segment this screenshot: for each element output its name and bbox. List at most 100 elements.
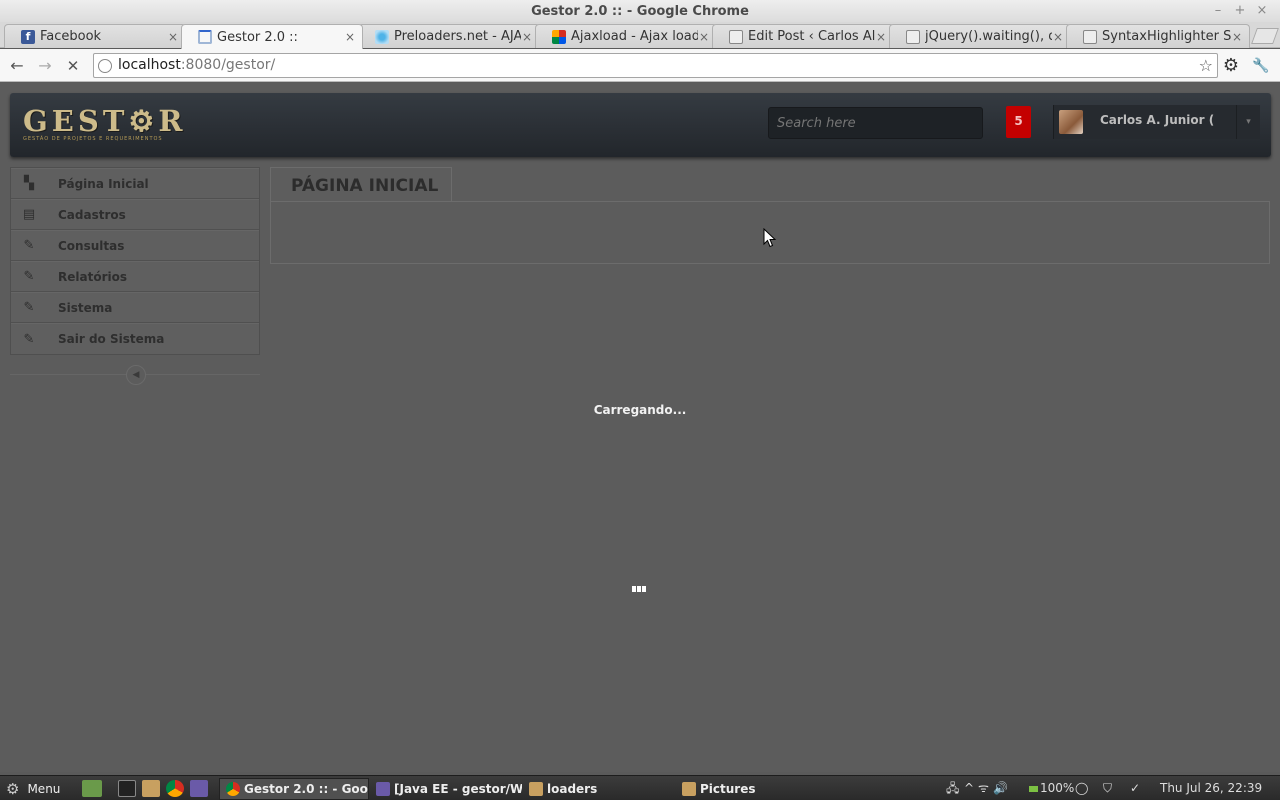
page-title: PÁGINA INICIAL xyxy=(291,176,439,196)
preloaders-icon xyxy=(375,29,389,44)
url-text[interactable]: localhost:8080/gestor/ xyxy=(118,54,275,77)
menu-label: Menu xyxy=(27,781,61,796)
show-desktop-icon[interactable] xyxy=(82,780,102,797)
system-taskbar: ⚙ Menu Gestor 2.0 :: - Google ... [Java … xyxy=(0,775,1280,800)
minimize-button[interactable]: – xyxy=(1210,0,1226,22)
folder-icon xyxy=(529,782,543,796)
logo-subtitle: GESTÃO DE PROJETOS E REQUERIMENTOS xyxy=(23,136,163,142)
stop-loading-icon[interactable]: ✕ xyxy=(63,56,83,76)
update-icon[interactable]: ✓ xyxy=(1130,776,1140,800)
tab-jquery-waiting[interactable]: jQuery().waiting(), de × xyxy=(889,24,1071,48)
tab-label: SyntaxHighlighter Se xyxy=(1102,29,1231,44)
sidebar-item-relatorios[interactable]: ✎ Relatórios xyxy=(11,261,259,292)
url-path: :8080/gestor/ xyxy=(180,57,276,73)
user-menu[interactable]: Carlos A. Junior ( ▾ xyxy=(1053,105,1260,139)
tab-label: jQuery().waiting(), de xyxy=(925,29,1052,44)
sidebar-item-cadastros[interactable]: ▤ Cadastros xyxy=(11,199,259,230)
back-arrow-icon[interactable]: ← xyxy=(7,56,27,76)
sidebar-item-label: Página Inicial xyxy=(58,176,149,191)
window-title: Gestor 2.0 :: - Google Chrome xyxy=(531,4,749,19)
tab-close-icon[interactable]: × xyxy=(1231,30,1243,44)
globe-icon xyxy=(729,29,743,44)
loading-indicator-icon xyxy=(632,586,646,592)
pencil-icon: ✎ xyxy=(23,238,35,253)
maximize-button[interactable]: + xyxy=(1232,0,1248,22)
tab-ajaxload[interactable]: Ajaxload - Ajax loadin × xyxy=(535,24,717,48)
tab-edit-post[interactable]: Edit Post ‹ Carlos Alb × xyxy=(712,24,894,48)
dashboard-icon: ▚ xyxy=(24,176,34,191)
tab-close-icon[interactable]: × xyxy=(698,30,710,44)
tab-close-icon[interactable]: × xyxy=(875,30,887,44)
tab-pagina-inicial[interactable]: PÁGINA INICIAL xyxy=(270,167,452,202)
search-input[interactable] xyxy=(768,107,983,139)
bookmark-star-icon[interactable]: ☆ xyxy=(1199,56,1213,75)
web-page: GEST⚙R GESTÃO DE PROJETOS E REQUERIMENTO… xyxy=(0,83,1280,772)
browser-toolbar: ← → ✕ localhost:8080/gestor/ ☆ ⚙ 🔧 xyxy=(0,49,1280,82)
task-label: loaders xyxy=(547,782,598,796)
shield-icon[interactable]: ⛉ xyxy=(1103,776,1112,800)
tab-syntaxhighlighter[interactable]: SyntaxHighlighter Se × xyxy=(1066,24,1250,48)
sidebar-item-pagina-inicial[interactable]: ▚ Página Inicial xyxy=(11,168,259,199)
chrome-icon xyxy=(226,782,240,796)
task-label: [Java EE - gestor/Web... xyxy=(394,782,522,796)
tab-strip: f Facebook × Gestor 2.0 :: × Preloaders.… xyxy=(0,22,1280,49)
address-bar[interactable]: localhost:8080/gestor/ ☆ xyxy=(93,53,1218,78)
window-controls: – + × xyxy=(1210,0,1270,22)
battery-indicator[interactable]: 100% xyxy=(1029,776,1074,800)
ajaxload-icon xyxy=(552,29,566,44)
tab-preloaders[interactable]: Preloaders.net - AJAX × xyxy=(358,24,540,48)
tab-close-icon[interactable]: × xyxy=(521,30,533,44)
sidebar-item-label: Sair do Sistema xyxy=(58,332,165,346)
page-info-icon[interactable] xyxy=(98,59,112,73)
mouse-cursor-icon xyxy=(763,228,777,248)
sidebar-item-consultas[interactable]: ✎ Consultas xyxy=(11,230,259,261)
start-menu-button[interactable]: ⚙ Menu xyxy=(6,776,60,800)
task-label: Gestor 2.0 :: - Google ... xyxy=(244,782,368,796)
window-titlebar: Gestor 2.0 :: - Google Chrome – + × xyxy=(0,0,1280,22)
task-pictures[interactable]: Pictures xyxy=(676,778,826,800)
settings-gear-icon[interactable]: ⚙ xyxy=(1221,56,1241,76)
task-chrome[interactable]: Gestor 2.0 :: - Google ... xyxy=(219,778,369,800)
notification-badge[interactable]: 5 xyxy=(1006,106,1031,138)
tab-gestor[interactable]: Gestor 2.0 :: × xyxy=(181,24,363,49)
pencil-icon: ✎ xyxy=(23,269,35,284)
tab-close-icon[interactable]: × xyxy=(1052,30,1064,44)
sidebar-item-label: Sistema xyxy=(58,300,113,315)
task-eclipse[interactable]: [Java EE - gestor/Web... xyxy=(370,778,522,800)
folder-icon xyxy=(682,782,696,796)
forward-arrow-icon[interactable]: → xyxy=(35,56,55,76)
sidebar-item-label: Consultas xyxy=(58,238,125,253)
sidebar-item-label: Cadastros xyxy=(58,207,126,222)
tab-label: Preloaders.net - AJAX xyxy=(394,29,521,44)
file-manager-icon[interactable] xyxy=(142,780,160,797)
chevron-down-icon[interactable]: ▾ xyxy=(1236,105,1260,139)
task-label: Pictures xyxy=(700,782,756,796)
eclipse-launcher-icon[interactable] xyxy=(190,780,208,797)
main-panel: PÁGINA INICIAL xyxy=(270,167,1270,264)
gestor-logo[interactable]: GEST⚙R GESTÃO DE PROJETOS E REQUERIMENTO… xyxy=(23,106,183,144)
avatar xyxy=(1059,110,1083,134)
chat-icon[interactable]: ◯ xyxy=(1075,776,1091,800)
close-window-button[interactable]: × xyxy=(1254,0,1270,22)
chrome-launcher-icon[interactable] xyxy=(166,780,184,797)
task-loaders[interactable]: loaders xyxy=(523,778,673,800)
pencil-icon: ✎ xyxy=(23,300,35,315)
terminal-icon[interactable] xyxy=(118,780,136,797)
volume-icon[interactable]: 🔊 xyxy=(993,776,1008,800)
tab-close-icon[interactable]: × xyxy=(167,30,179,44)
sidebar-item-sistema[interactable]: ✎ Sistema xyxy=(11,292,259,323)
tab-close-icon[interactable]: × xyxy=(344,30,356,44)
sidebar-item-sair[interactable]: ✎ Sair do Sistema xyxy=(11,323,259,354)
tab-facebook[interactable]: f Facebook × xyxy=(4,24,186,48)
network-icon[interactable]: 🖧 xyxy=(946,776,959,800)
loading-spinner-icon xyxy=(198,30,212,44)
wifi-icon[interactable]: ᯤ xyxy=(978,776,989,800)
clock[interactable]: Thu Jul 26, 22:39 xyxy=(1160,776,1262,800)
sidebar-collapse-icon[interactable]: ◀ xyxy=(126,365,146,385)
sidebar-nav: ▚ Página Inicial ▤ Cadastros ✎ Consultas… xyxy=(10,167,260,355)
battery-percent: 100% xyxy=(1040,781,1075,795)
eclipse-icon xyxy=(376,782,390,796)
wrench-icon[interactable]: 🔧 xyxy=(1251,56,1271,76)
tab-label: Facebook xyxy=(40,29,102,44)
tray-expand-icon[interactable]: ^ xyxy=(964,776,974,800)
